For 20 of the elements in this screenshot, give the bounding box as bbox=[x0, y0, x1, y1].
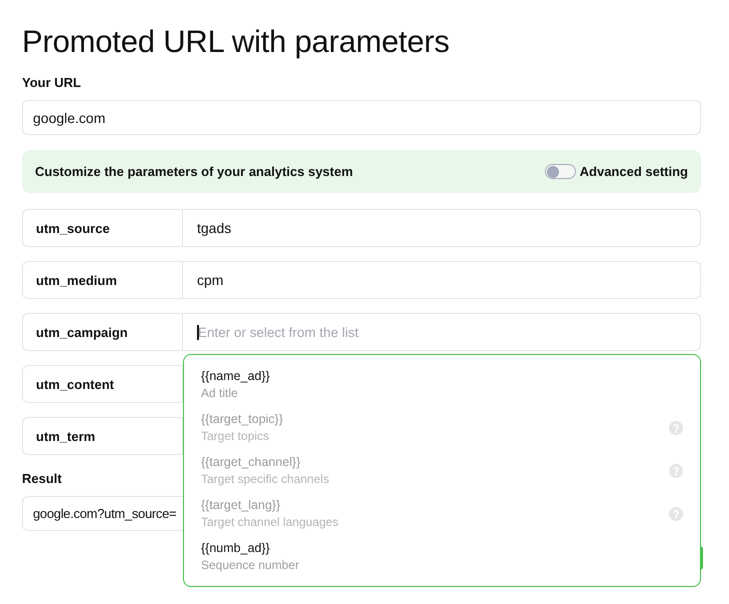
banner-text: Customize the parameters of your analytics system bbox=[35, 164, 353, 179]
option-description: Target specific channels bbox=[201, 470, 330, 488]
option-token: {{target_topic}} bbox=[201, 410, 284, 428]
option-description: Ad title bbox=[201, 384, 239, 402]
param-label: utm_campaign bbox=[22, 313, 183, 351]
field-label: Your URL bbox=[22, 74, 81, 91]
option-token: {{name_ad}} bbox=[201, 368, 270, 384]
toggle-label: Advanced setting bbox=[580, 164, 688, 179]
option-token: {{target_lang}} bbox=[201, 496, 282, 514]
field-label: Result bbox=[22, 470, 62, 487]
param-label: utm_medium bbox=[22, 261, 183, 299]
page-title: Promoted URL with parameters bbox=[22, 24, 450, 60]
option-token: {{target_channel}} bbox=[201, 454, 302, 470]
option-description: Target topics bbox=[201, 428, 270, 444]
option-description: Sequence number bbox=[201, 556, 300, 574]
option-description: Target channel languages bbox=[201, 514, 338, 530]
param-label: utm_term bbox=[22, 417, 183, 455]
option-token: {{numb_ad}} bbox=[201, 540, 271, 556]
param-label: utm_source bbox=[22, 209, 183, 247]
param-label: utm_content bbox=[22, 365, 183, 403]
